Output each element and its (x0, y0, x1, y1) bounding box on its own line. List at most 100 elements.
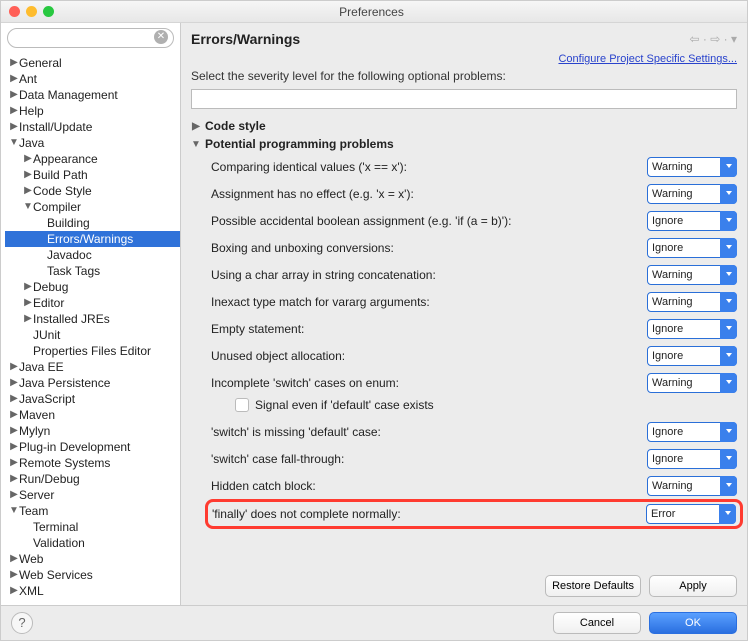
setting-label: Inexact type match for vararg arguments: (211, 295, 647, 309)
setting-label: Hidden catch block: (211, 479, 647, 493)
tree-node[interactable]: Task Tags (5, 263, 180, 279)
tree-node[interactable]: ▶Web Services (5, 567, 180, 583)
group-potential-problems[interactable]: ▼ Potential programming problems (181, 135, 747, 153)
tree-node[interactable]: ▶Plug-in Development (5, 439, 180, 455)
chevron-right-icon: ▶ (9, 391, 19, 407)
help-icon[interactable]: ? (11, 612, 33, 634)
tree-node-label: Ant (19, 71, 37, 87)
setting-row: Incomplete 'switch' cases on enum:ErrorW… (211, 369, 737, 396)
chevron-right-icon: ▶ (9, 103, 19, 119)
severity-select[interactable]: ErrorWarningIgnore (647, 238, 737, 258)
setting-label: Incomplete 'switch' cases on enum: (211, 376, 647, 390)
tree-node-label: Building (47, 215, 90, 231)
tree-node[interactable]: ▶Java EE (5, 359, 180, 375)
tree-node[interactable]: ▶Maven (5, 407, 180, 423)
page-title: Errors/Warnings (191, 31, 690, 47)
tree-node[interactable]: Terminal (5, 519, 180, 535)
close-icon[interactable] (9, 6, 20, 17)
tree-node-label: Debug (33, 279, 68, 295)
setting-label: 'switch' is missing 'default' case: (211, 425, 647, 439)
tree-node[interactable]: ▶Web (5, 551, 180, 567)
severity-select[interactable]: ErrorWarningIgnore (647, 422, 737, 442)
nav-history[interactable]: ⇦ · ⇨ · ▾ (690, 32, 737, 46)
tree-node[interactable]: ▶XML (5, 583, 180, 599)
setting-row: Empty statement:ErrorWarningIgnore (211, 315, 737, 342)
tree-node[interactable]: ▶Java Persistence (5, 375, 180, 391)
checkbox-row[interactable]: Signal even if 'default' case exists (211, 396, 737, 418)
configure-project-link[interactable]: Configure Project Specific Settings... (558, 53, 737, 65)
checkbox-icon[interactable] (235, 398, 249, 412)
footer: ? Cancel OK (1, 605, 747, 640)
severity-select[interactable]: ErrorWarningIgnore (647, 346, 737, 366)
tree-node[interactable]: Properties Files Editor (5, 343, 180, 359)
tree-node[interactable]: ▶Server (5, 487, 180, 503)
tree-node[interactable]: Validation (5, 535, 180, 551)
tree-node[interactable]: ▶Installed JREs (5, 311, 180, 327)
chevron-right-icon: ▶ (9, 55, 19, 71)
search-input[interactable] (7, 28, 174, 48)
tree-node[interactable]: ▶Editor (5, 295, 180, 311)
filter-input[interactable] (191, 89, 737, 109)
minimize-icon[interactable] (26, 6, 37, 17)
severity-select[interactable]: ErrorWarningIgnore (646, 504, 736, 524)
tree-node[interactable]: ▶Build Path (5, 167, 180, 183)
chevron-right-icon: ▶ (23, 311, 33, 327)
ok-button[interactable]: OK (649, 612, 737, 634)
tree-node-label: Java EE (19, 359, 64, 375)
zoom-icon[interactable] (43, 6, 54, 17)
clear-search-icon[interactable]: ✕ (154, 30, 168, 44)
setting-label: 'switch' case fall-through: (211, 452, 647, 466)
tree-node[interactable]: ▶Mylyn (5, 423, 180, 439)
tree-node[interactable]: JUnit (5, 327, 180, 343)
tree-node[interactable]: ▶Remote Systems (5, 455, 180, 471)
severity-select[interactable]: ErrorWarningIgnore (647, 211, 737, 231)
tree-node[interactable]: ▶Install/Update (5, 119, 180, 135)
setting-label: Unused object allocation: (211, 349, 647, 363)
chevron-right-icon: ▶ (9, 375, 19, 391)
tree-node[interactable]: ▶Appearance (5, 151, 180, 167)
tree-node-label: Task Tags (47, 263, 100, 279)
severity-select[interactable]: ErrorWarningIgnore (647, 373, 737, 393)
tree-node[interactable]: ▶General (5, 55, 180, 71)
group-code-style[interactable]: ▶ Code style (181, 117, 747, 135)
tree-node-label: Installed JREs (33, 311, 110, 327)
tree-node[interactable]: ▶Code Style (5, 183, 180, 199)
severity-select[interactable]: ErrorWarningIgnore (647, 319, 737, 339)
severity-select[interactable]: ErrorWarningIgnore (647, 265, 737, 285)
tree-node-label: JavaScript (19, 391, 75, 407)
severity-select[interactable]: ErrorWarningIgnore (647, 476, 737, 496)
severity-select[interactable]: ErrorWarningIgnore (647, 292, 737, 312)
tree-node-label: Data Management (19, 87, 118, 103)
restore-defaults-button[interactable]: Restore Defaults (545, 575, 641, 597)
tree-node[interactable]: ▶Debug (5, 279, 180, 295)
tree-node[interactable]: ▼Team (5, 503, 180, 519)
tree-node[interactable]: Building (5, 215, 180, 231)
chevron-right-icon: ▶ (9, 359, 19, 375)
chevron-right-icon: ▶ (23, 295, 33, 311)
tree-node[interactable]: ▼Compiler (5, 199, 180, 215)
tree-node[interactable]: ▼Java (5, 135, 180, 151)
setting-row: 'switch' is missing 'default' case:Error… (211, 418, 737, 445)
tree-node-label: Web (19, 551, 43, 567)
tree-node[interactable]: ▶JavaScript (5, 391, 180, 407)
setting-row: Unused object allocation:ErrorWarningIgn… (211, 342, 737, 369)
tree-node-label: Java (19, 135, 44, 151)
tree-node[interactable]: ▶Help (5, 103, 180, 119)
tree-node-label: Appearance (33, 151, 98, 167)
preference-tree[interactable]: ▶General▶Ant▶Data Management▶Help▶Instal… (1, 53, 180, 605)
severity-select[interactable]: ErrorWarningIgnore (647, 449, 737, 469)
tree-node-label: Build Path (33, 167, 88, 183)
tree-node[interactable]: Errors/Warnings (5, 231, 180, 247)
cancel-button[interactable]: Cancel (553, 612, 641, 634)
tree-node-label: Help (19, 103, 44, 119)
severity-select[interactable]: ErrorWarningIgnore (647, 184, 737, 204)
apply-button[interactable]: Apply (649, 575, 737, 597)
tree-node[interactable]: Javadoc (5, 247, 180, 263)
tree-node[interactable]: ▶Run/Debug (5, 471, 180, 487)
tree-node[interactable]: ▶Data Management (5, 87, 180, 103)
chevron-right-icon: ▶ (9, 567, 19, 583)
severity-select[interactable]: ErrorWarningIgnore (647, 157, 737, 177)
tree-node-label: JUnit (33, 327, 60, 343)
tree-node-label: Terminal (33, 519, 78, 535)
tree-node[interactable]: ▶Ant (5, 71, 180, 87)
